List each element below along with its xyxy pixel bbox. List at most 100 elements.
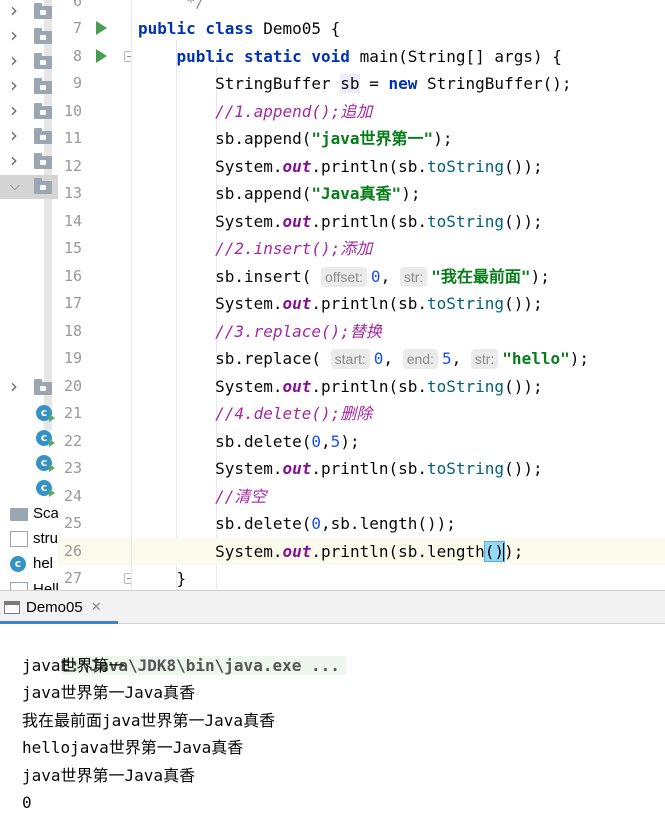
code-line[interactable]: public static void main(String[] args) {: [132, 43, 665, 71]
code-line[interactable]: //3.replace();替换: [132, 318, 665, 346]
line-number: 17: [64, 294, 82, 312]
code-line[interactable]: sb.insert( offset:0, str:"我在最前面");: [132, 263, 665, 291]
gutter-line[interactable]: 23: [58, 455, 132, 483]
code-token: .println(sb.: [311, 294, 427, 313]
run-gutter-icon[interactable]: [96, 49, 107, 63]
project-tree[interactable]: ›››››››⌵›ccccScastruchelHello: [0, 0, 58, 595]
code-token: "hello": [502, 349, 569, 368]
chevron-right-icon[interactable]: ›: [10, 123, 18, 147]
code-line[interactable]: */: [132, 0, 665, 15]
project-tree-item[interactable]: ›: [0, 150, 58, 174]
code-token: //清空: [138, 487, 266, 506]
gutter-line[interactable]: 21: [58, 400, 132, 428]
project-tree-item[interactable]: c: [0, 476, 58, 500]
project-tree-file[interactable]: chel: [0, 552, 58, 576]
gutter-line[interactable]: 14: [58, 208, 132, 236]
code-line[interactable]: public class Demo05 {: [132, 15, 665, 43]
gutter-line[interactable]: 17: [58, 290, 132, 318]
java-class-icon: c: [36, 430, 52, 446]
code-token: //4.delete();删除: [138, 404, 372, 423]
gutter-line[interactable]: 11: [58, 125, 132, 153]
project-tree-item[interactable]: ›: [0, 376, 58, 400]
code-line[interactable]: sb.delete(0,5);: [132, 428, 665, 456]
chevron-right-icon[interactable]: ›: [10, 148, 18, 172]
code-editor[interactable]: */public class Demo05 { public static vo…: [132, 0, 665, 590]
code-line[interactable]: //2.insert();添加: [132, 235, 665, 263]
gutter-line[interactable]: 26: [58, 538, 132, 566]
code-line[interactable]: sb.append("java世界第一");: [132, 125, 665, 153]
gutter-line[interactable]: 16: [58, 263, 132, 291]
code-token: 0: [311, 432, 321, 451]
code-line[interactable]: //4.delete();删除: [132, 400, 665, 428]
gutter-line[interactable]: 9: [58, 70, 132, 98]
project-tree-item[interactable]: ⌵: [0, 175, 58, 199]
code-line[interactable]: System.out.println(sb.toString());: [132, 455, 665, 483]
gutter-line[interactable]: 27: [58, 565, 132, 593]
gutter-line[interactable]: 7: [58, 15, 132, 43]
code-line[interactable]: System.out.println(sb.length());: [132, 538, 665, 566]
code-line[interactable]: //清空: [132, 483, 665, 511]
folder-icon: [34, 106, 52, 119]
folder-icon: [34, 156, 52, 169]
java-class-icon: c: [10, 556, 26, 572]
project-tree-file[interactable]: Sca: [0, 502, 58, 526]
project-tree-item[interactable]: c: [0, 426, 58, 450]
line-number: 14: [64, 212, 82, 230]
line-number: 8: [73, 47, 82, 65]
gutter-line[interactable]: 13: [58, 180, 132, 208]
gutter-line[interactable]: 8: [58, 43, 132, 71]
code-line[interactable]: }: [132, 565, 665, 590]
chevron-right-icon[interactable]: ›: [10, 0, 18, 22]
project-tree-item[interactable]: ›: [0, 0, 58, 24]
gutter-line[interactable]: 15: [58, 235, 132, 263]
code-token: //2.insert();添加: [138, 239, 372, 258]
run-console[interactable]: E:\Java\JDK8\bin\java.exe ... java世界第一ja…: [0, 624, 665, 831]
project-tree-item[interactable]: ›: [0, 75, 58, 99]
gutter-line[interactable]: 19: [58, 345, 132, 373]
code-token: "我在最前面": [431, 267, 530, 286]
gutter-line[interactable]: 12: [58, 153, 132, 181]
project-tree-item[interactable]: ›: [0, 50, 58, 74]
line-number: 27: [64, 569, 82, 587]
code-line[interactable]: System.out.println(sb.toString());: [132, 373, 665, 401]
code-token: System.: [138, 377, 283, 396]
gutter-line[interactable]: 24: [58, 483, 132, 511]
chevron-right-icon[interactable]: ›: [10, 23, 18, 47]
gutter-line[interactable]: 6: [58, 0, 132, 15]
folder-icon: [34, 31, 52, 44]
gutter-line[interactable]: 22: [58, 428, 132, 456]
gutter-line[interactable]: 18: [58, 318, 132, 346]
chevron-down-icon[interactable]: ⌵: [10, 179, 20, 194]
code-token: (): [485, 542, 504, 561]
project-tree-item[interactable]: c: [0, 451, 58, 475]
code-line[interactable]: //1.append();追加: [132, 98, 665, 126]
console-output-line: 0: [22, 789, 32, 817]
line-number: 19: [64, 349, 82, 367]
code-line[interactable]: sb.replace( start:0, end:5, str:"hello")…: [132, 345, 665, 373]
code-line[interactable]: StringBuffer sb = new StringBuffer();: [132, 70, 665, 98]
code-token: );: [531, 267, 550, 286]
code-line[interactable]: System.out.println(sb.toString());: [132, 290, 665, 318]
code-line[interactable]: sb.delete(0,sb.length());: [132, 510, 665, 538]
folder-icon: [34, 81, 52, 94]
code-line[interactable]: sb.append("Java真香");: [132, 180, 665, 208]
project-tree-item[interactable]: ›: [0, 25, 58, 49]
project-tree-item[interactable]: ›: [0, 125, 58, 149]
chevron-right-icon[interactable]: ›: [10, 48, 18, 72]
gutter-line[interactable]: 20: [58, 373, 132, 401]
gutter-line[interactable]: 25: [58, 510, 132, 538]
line-number: 21: [64, 404, 82, 422]
code-token: toString: [427, 377, 504, 396]
code-line[interactable]: System.out.println(sb.toString());: [132, 208, 665, 236]
project-tree-item[interactable]: c: [0, 401, 58, 425]
chevron-right-icon[interactable]: ›: [10, 73, 18, 97]
gutter-line[interactable]: 10: [58, 98, 132, 126]
chevron-right-icon[interactable]: ›: [10, 98, 18, 122]
project-tree-item[interactable]: ›: [0, 100, 58, 124]
run-gutter-icon[interactable]: [96, 21, 107, 35]
chevron-right-icon[interactable]: ›: [10, 374, 18, 398]
close-icon[interactable]: ✕: [91, 600, 102, 615]
project-tree-file[interactable]: stru: [0, 527, 58, 551]
code-line[interactable]: System.out.println(sb.toString());: [132, 153, 665, 181]
run-tab-demo05[interactable]: Demo05 ✕: [0, 591, 112, 623]
